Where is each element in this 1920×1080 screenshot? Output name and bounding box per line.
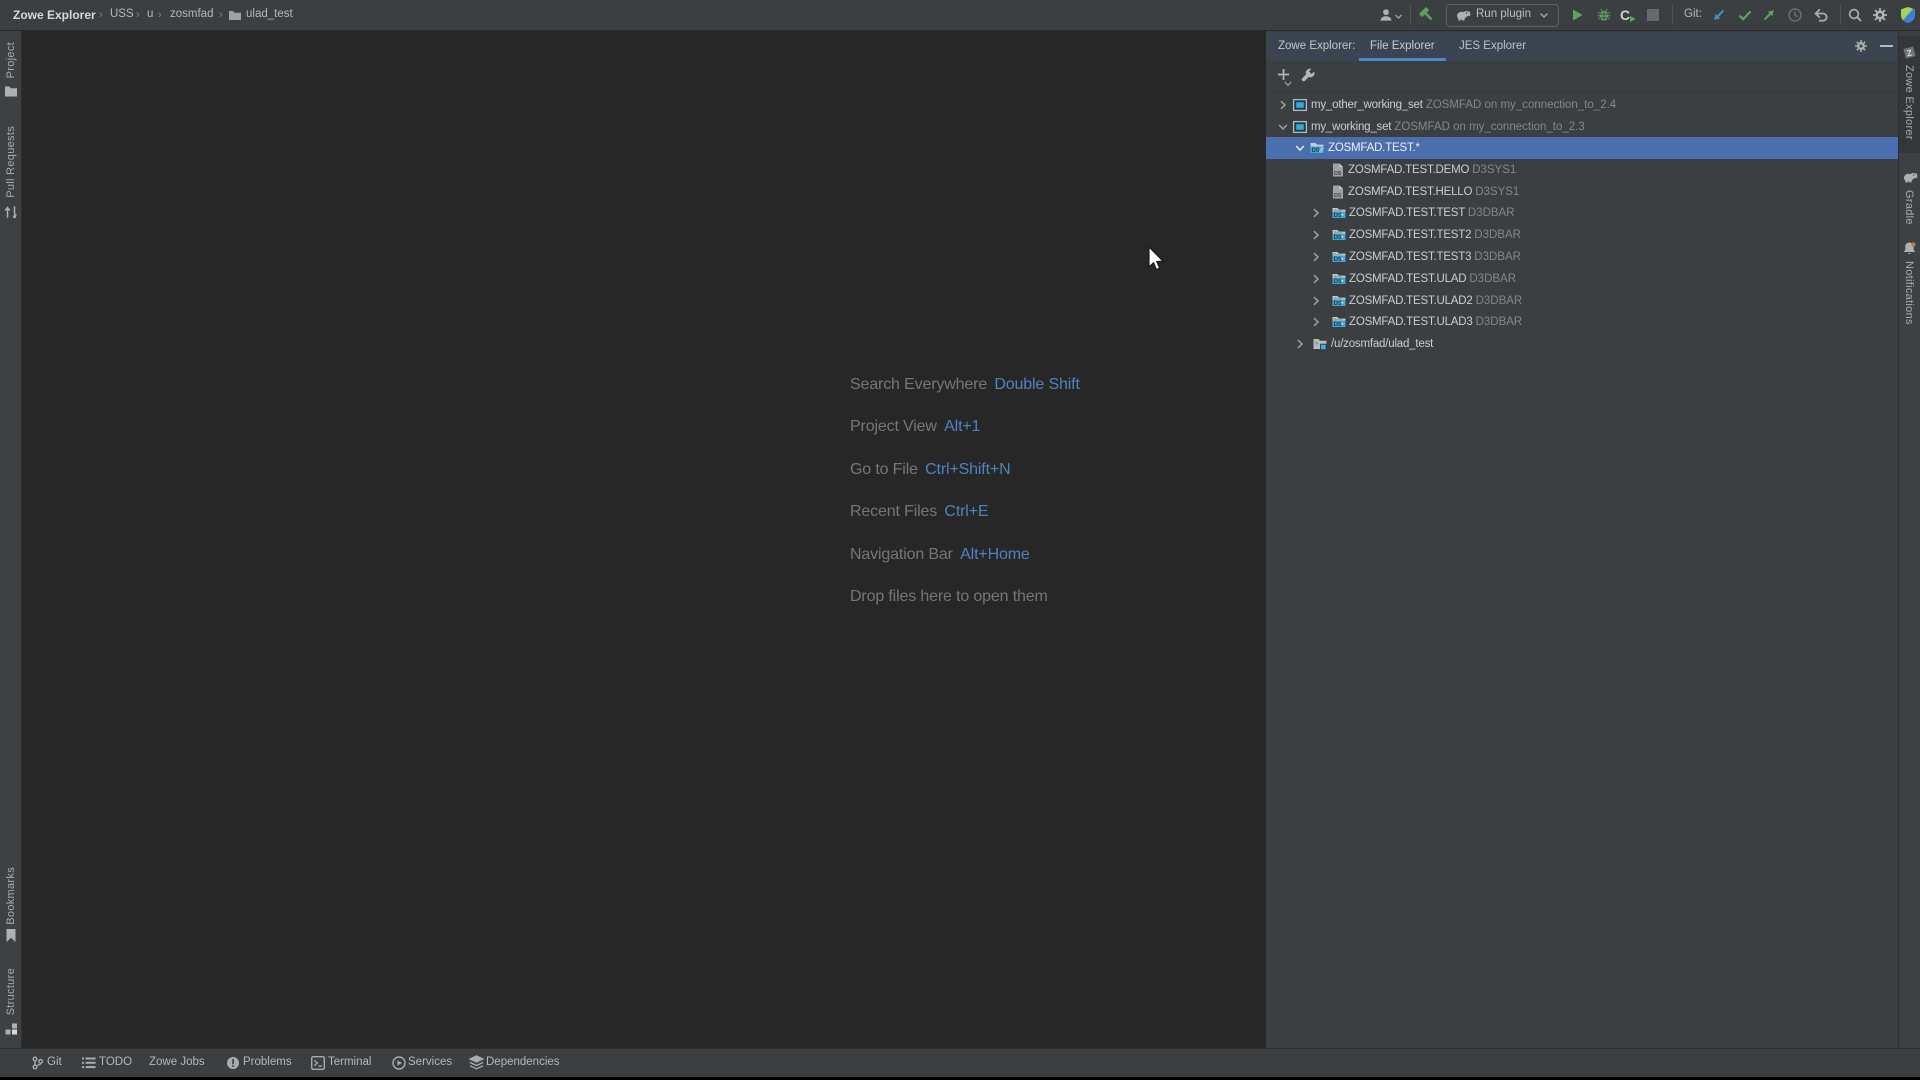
- svg-text:C: C: [1620, 7, 1630, 23]
